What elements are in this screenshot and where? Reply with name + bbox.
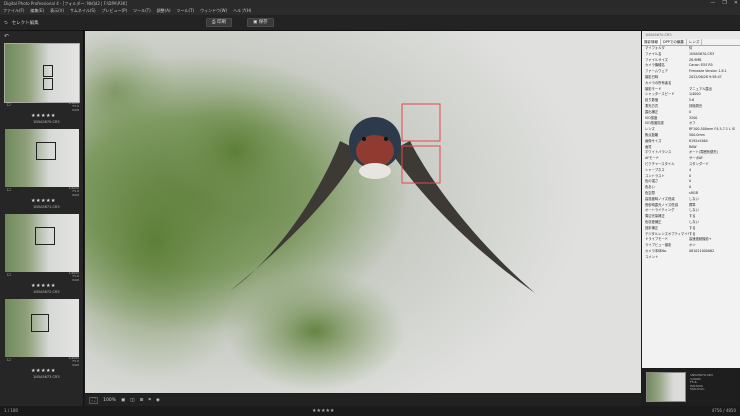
thumbnail-meta: 1/4000 F5.6 ISO8 [68, 356, 79, 367]
info-key: コメント [645, 254, 659, 259]
grid-icon[interactable]: ▣ [121, 398, 125, 403]
thumbnail-4[interactable]: ☐ 1/4000 F5.6 ISO8 ★★★★★ 1N5A5673.CR3 [3, 297, 81, 381]
thumbnail-panel: ↶ ☐ 1/4000 F5.6 ISO8 ★★★★★ 1N5A5670.CR3 ☐ … [0, 31, 84, 406]
viewer-toolbar: ⛶ 100% ▣ ◫ ⊞ ⌗ ◉ [85, 394, 641, 406]
info-panel: 1N5A5670.CR3 撮影情報 DPPでの編集 レンズ マイフォルダ情ファイ… [642, 31, 740, 368]
rating-stars[interactable]: ★★★★★ [31, 198, 56, 204]
info-rows: マイフォルダ情ファイル名 1N5A5670.CR3 ファイルサイズ 28.9MB カメラ… [642, 46, 740, 260]
navigator-preview[interactable] [646, 372, 686, 402]
tab-dpp-edit[interactable]: DPPでの編集 [661, 39, 687, 45]
info-value [689, 255, 740, 261]
highlight-icon[interactable]: ◉ [156, 398, 160, 403]
save-button[interactable]: ▣ 保存 [247, 18, 274, 27]
window-title: Digital Photo Professional 4 - [フォルダー: N… [4, 1, 127, 6]
maximize-button[interactable]: ❐ [722, 0, 726, 7]
rotate-icon[interactable]: ↶ [4, 33, 9, 40]
af-point-box [31, 314, 49, 332]
menu-bar: ファイル(F) 編集(E) 表示(V) サムネイル(S) プレビュー(P) ツー… [0, 7, 740, 15]
photo-swallow [85, 31, 641, 393]
thumbnail-meta: 1/4000 F5.6 ISO8 [68, 271, 79, 282]
compare-icon[interactable]: ◫ [130, 398, 134, 403]
image-viewer[interactable] [85, 31, 641, 393]
menu-file[interactable]: ファイル(F) [3, 8, 24, 14]
status-right: 4756 / 4850 [711, 408, 736, 413]
thumbnail-filename: 1N5A5671.CR3 [33, 205, 60, 209]
select-edit-label: セレクト編集 [11, 21, 39, 26]
window-controls: — ❐ ✕ [710, 0, 738, 7]
print-button[interactable]: ⎙ 印刷 [206, 18, 233, 27]
info-tabs: 撮影情報 DPPでの編集 レンズ [642, 39, 740, 46]
select-edit-view[interactable]: ⮌ セレクト編集 [4, 19, 39, 27]
minimize-button[interactable]: — [710, 0, 715, 7]
thumbnail-filename: 1N5A5673.CR3 [33, 375, 60, 379]
menu-tools[interactable]: ツール(T) [133, 8, 151, 14]
rating-stars[interactable]: ★★★★★ [31, 368, 56, 374]
back-icon[interactable]: ⮌ [4, 19, 8, 27]
info-row: コメント [642, 255, 740, 261]
check-icon[interactable]: ☐ [7, 187, 11, 192]
window-titlebar: Digital Photo Professional 4 - [フォルダー: N… [0, 0, 740, 7]
zoom-level[interactable]: 100% [103, 398, 116, 403]
check-icon[interactable]: ☐ [7, 102, 11, 107]
menu-adjust[interactable]: 調整(A) [157, 8, 171, 14]
thumbnail-filename: 1N5A5672.CR3 [33, 290, 60, 294]
tab-shooting-info[interactable]: 撮影情報 [642, 39, 661, 45]
close-button[interactable]: ✕ [734, 0, 738, 7]
thumbnail-filename: 1N5A5670.CR3 [33, 120, 60, 124]
thumbnail-meta: 1/4000 F5.6 ISO8 [68, 101, 79, 112]
menu-thumbnail[interactable]: サムネイル(S) [70, 8, 96, 14]
af-point-box [36, 142, 56, 160]
thumbnail-1[interactable]: ☐ 1/4000 F5.6 ISO8 ★★★★★ 1N5A5670.CR3 [3, 42, 81, 126]
af-point-box [35, 227, 55, 245]
menu-view[interactable]: 表示(V) [50, 8, 64, 14]
thumbnail-3[interactable]: ☐ 1/4000 F5.6 ISO8 ★★★★★ 1N5A5672.CR3 [3, 212, 81, 296]
thumbnail-tools: ↶ [0, 31, 83, 42]
rating-stars[interactable]: ★★★★★ [31, 113, 56, 119]
main-toolbar: ⮌ セレクト編集 ⎙ 印刷 ▣ 保存 [0, 15, 740, 31]
menu-preview[interactable]: プレビュー(P) [102, 8, 128, 14]
navigator-meta: 1N5A5670.CR3 1/4000 F5.6 ISO3200 500.0mm [690, 373, 713, 392]
menu-tools-2[interactable]: ツール(T) [177, 8, 195, 14]
thumbnail-meta: 1/4000 F5.6 ISO8 [68, 186, 79, 197]
af-point-box [43, 65, 53, 77]
menu-edit[interactable]: 編集(E) [30, 8, 44, 14]
af-display-icon[interactable]: ⊞ [140, 398, 144, 403]
navigator: 1N5A5670.CR3 1/4000 F5.6 ISO3200 500.0mm [642, 369, 740, 406]
rating-control[interactable]: ★★★★★ [312, 406, 334, 416]
menu-window[interactable]: ウィンドウ(W) [200, 8, 227, 14]
check-icon[interactable]: ☐ [7, 357, 11, 362]
tab-lens[interactable]: レンズ [687, 39, 703, 45]
layout-icon[interactable]: ⌗ [148, 397, 151, 403]
thumbnail-2[interactable]: ☐ 1/4000 F5.6 ISO8 ★★★★★ 1N5A5671.CR3 [3, 127, 81, 211]
status-left: 1 / 180 [4, 408, 19, 413]
check-icon[interactable]: ☐ [7, 272, 11, 277]
fit-icon[interactable]: ⛶ [89, 396, 99, 404]
rating-stars[interactable]: ★★★★★ [31, 283, 56, 289]
info-panel-title: 1N5A5670.CR3 [642, 31, 740, 39]
thumbnail-image [4, 43, 80, 103]
status-bar: 1 / 180 ★★★★★ 4756 / 4850 [0, 406, 740, 416]
print-label: 印刷 [217, 20, 227, 25]
save-label: 保存 [258, 20, 268, 25]
af-point-box [43, 78, 53, 90]
menu-help[interactable]: ヘルプ(H) [233, 8, 251, 14]
